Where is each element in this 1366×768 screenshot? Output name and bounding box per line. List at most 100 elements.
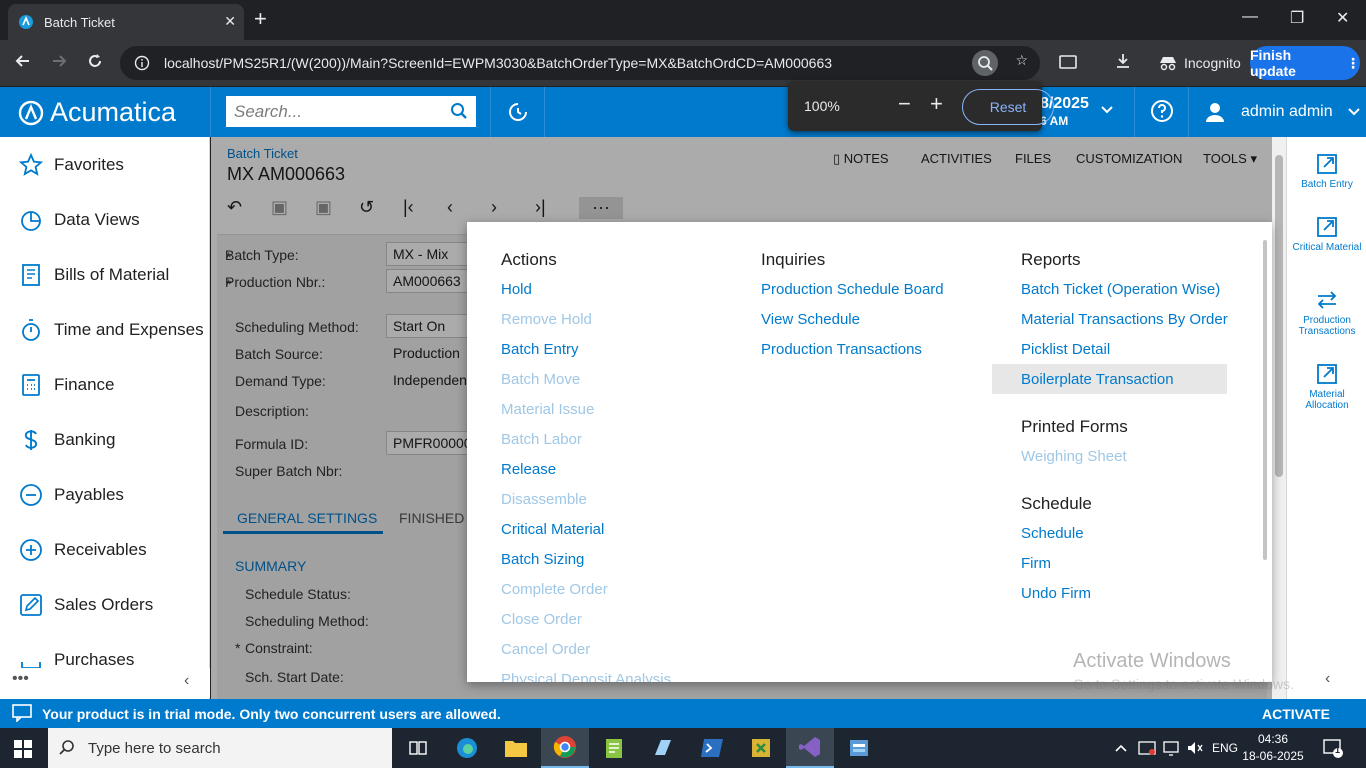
minimize-icon[interactable]: —: [1242, 8, 1258, 26]
windows-start-icon[interactable]: [14, 740, 32, 758]
reload-icon[interactable]: [86, 52, 104, 70]
sidebar-item-time-and-expenses[interactable]: Time and Expenses: [0, 310, 209, 350]
rail-material-allocation[interactable]: Material Allocation: [1287, 363, 1366, 411]
sidebar-item-data-views[interactable]: Data Views: [0, 200, 209, 240]
input-language[interactable]: ENG: [1212, 728, 1238, 768]
system-clock[interactable]: 04:36 18-06-2025: [1238, 731, 1308, 765]
network-icon[interactable]: [1162, 728, 1180, 768]
sidebar-item-bills-of-material[interactable]: Bills of Material: [0, 255, 209, 295]
menu-item-critical-material[interactable]: Critical Material: [501, 521, 604, 538]
scrollbar-thumb[interactable]: [1275, 155, 1283, 477]
volume-muted-icon[interactable]: [1186, 728, 1204, 768]
sidebar-item-finance[interactable]: Finance: [0, 365, 209, 405]
edge-browser-icon[interactable]: [443, 728, 491, 768]
visual-studio-icon[interactable]: [786, 728, 834, 768]
menu-item-production-schedule-board[interactable]: Production Schedule Board: [761, 281, 944, 298]
new-tab-icon[interactable]: +: [254, 8, 267, 30]
download-icon[interactable]: [1114, 52, 1132, 70]
rail-batch-entry[interactable]: Batch Entry: [1287, 153, 1366, 190]
rail-critical-material[interactable]: Critical Material: [1287, 216, 1366, 253]
menu-item-weighing-sheet[interactable]: Weighing Sheet: [1021, 448, 1127, 465]
rail-production-transactions[interactable]: Production Transactions: [1287, 289, 1366, 337]
help-icon[interactable]: [1150, 99, 1174, 123]
app-launcher-icon[interactable]: [639, 728, 687, 768]
activate-link[interactable]: ACTIVATE: [1262, 706, 1330, 722]
chevron-down-icon[interactable]: [1347, 105, 1361, 119]
task-view-icon[interactable]: [394, 728, 442, 768]
menu-item-remove-hold[interactable]: Remove Hold: [501, 311, 592, 328]
menu-item-hold[interactable]: Hold: [501, 281, 532, 298]
menu-scrollbar[interactable]: [1263, 240, 1267, 560]
menu-item-material-issue[interactable]: Material Issue: [501, 401, 594, 418]
meet-now-icon[interactable]: [1138, 728, 1156, 768]
menu-item-close-order[interactable]: Close Order: [501, 611, 582, 628]
more-menu-icon[interactable]: ⋮: [1346, 55, 1360, 72]
sidebar-item-label: Purchases: [54, 650, 135, 669]
tool-app-icon[interactable]: [737, 728, 785, 768]
page-scrollbar[interactable]: [1272, 137, 1286, 699]
close-tab-icon[interactable]: ✕: [224, 13, 236, 30]
taskbar-search-input[interactable]: Type here to search: [48, 728, 392, 768]
server-app-icon[interactable]: [835, 728, 883, 768]
finish-update-button[interactable]: Finish update ⋮: [1250, 46, 1360, 80]
menu-item-production-transactions[interactable]: Production Transactions: [761, 341, 922, 358]
file-explorer-icon[interactable]: [492, 728, 540, 768]
clock-time: 04:36: [1257, 732, 1289, 746]
more-dots-icon[interactable]: •••: [12, 670, 29, 688]
zoom-reset-button[interactable]: Reset: [962, 89, 1054, 125]
actions-header: Actions: [501, 250, 557, 269]
powershell-icon[interactable]: [688, 728, 736, 768]
menu-item-schedule[interactable]: Schedule: [1021, 525, 1084, 542]
menu-item-complete-order[interactable]: Complete Order: [501, 581, 608, 598]
collapse-sidebar-icon[interactable]: ‹: [184, 672, 189, 690]
menu-item-release[interactable]: Release: [501, 461, 556, 478]
notification-center-icon[interactable]: 1: [1322, 728, 1344, 768]
user-menu[interactable]: admin admin: [1200, 87, 1361, 137]
cast-icon[interactable]: [1058, 53, 1078, 71]
header-divider: [210, 87, 211, 137]
notepad-plus-icon[interactable]: [590, 728, 638, 768]
sidebar-item-receivables[interactable]: Receivables: [0, 530, 209, 570]
menu-item-physical-deposit-analysis[interactable]: Physical Deposit Analysis: [501, 671, 671, 682]
incognito-indicator[interactable]: Incognito: [1146, 46, 1253, 80]
zoom-indicator-icon[interactable]: [972, 50, 998, 76]
sidebar-item-favorites[interactable]: Favorites: [0, 145, 209, 185]
sidebar-item-sales-orders[interactable]: Sales Orders: [0, 585, 209, 625]
window-close-icon[interactable]: ✕: [1336, 8, 1349, 28]
collapse-rail-icon[interactable]: ‹: [1325, 670, 1330, 688]
menu-item-firm[interactable]: Firm: [1021, 555, 1051, 572]
menu-item-cancel-order[interactable]: Cancel Order: [501, 641, 590, 658]
site-info-icon[interactable]: [134, 55, 150, 71]
menu-item-batch-ticket-report[interactable]: Batch Ticket (Operation Wise): [1021, 281, 1220, 298]
restore-icon[interactable]: ❐: [1290, 8, 1304, 28]
address-bar[interactable]: localhost/PMS25R1/(W(200))/Main?ScreenId…: [120, 46, 1040, 80]
browser-tab[interactable]: Batch Ticket ✕: [8, 4, 244, 40]
external-link-icon: [1317, 217, 1337, 237]
bookmark-star-icon[interactable]: ☆: [1015, 52, 1028, 69]
menu-item-disassemble[interactable]: Disassemble: [501, 491, 587, 508]
show-hidden-icons[interactable]: [1114, 728, 1128, 768]
menu-item-boilerplate-transaction[interactable]: Boilerplate Transaction: [1021, 371, 1174, 388]
menu-item-undo-firm[interactable]: Undo Firm: [1021, 585, 1091, 602]
search-icon[interactable]: [450, 102, 468, 120]
zoom-out-icon[interactable]: −: [898, 91, 911, 117]
search-placeholder: Search...: [234, 101, 303, 121]
zoom-in-icon[interactable]: +: [930, 91, 943, 117]
sidebar-item-payables[interactable]: Payables: [0, 475, 209, 515]
forward-icon[interactable]: [50, 52, 68, 70]
back-icon[interactable]: [14, 52, 32, 70]
menu-item-material-transactions-by-order[interactable]: Material Transactions By Order: [1021, 311, 1228, 328]
sidebar-item-banking[interactable]: Banking: [0, 420, 209, 460]
chrome-browser-icon[interactable]: [541, 728, 589, 768]
menu-item-batch-move[interactable]: Batch Move: [501, 371, 580, 388]
menu-item-picklist-detail[interactable]: Picklist Detail: [1021, 341, 1110, 358]
chevron-down-icon[interactable]: [1100, 103, 1114, 117]
recent-history-icon[interactable]: [505, 99, 531, 125]
receipt-icon: [22, 264, 40, 286]
menu-item-batch-entry[interactable]: Batch Entry: [501, 341, 579, 358]
acumatica-logo[interactable]: Acumatica: [18, 97, 176, 128]
menu-item-batch-sizing[interactable]: Batch Sizing: [501, 551, 584, 568]
global-search-input[interactable]: Search...: [226, 96, 476, 127]
menu-item-batch-labor[interactable]: Batch Labor: [501, 431, 582, 448]
menu-item-view-schedule[interactable]: View Schedule: [761, 311, 860, 328]
